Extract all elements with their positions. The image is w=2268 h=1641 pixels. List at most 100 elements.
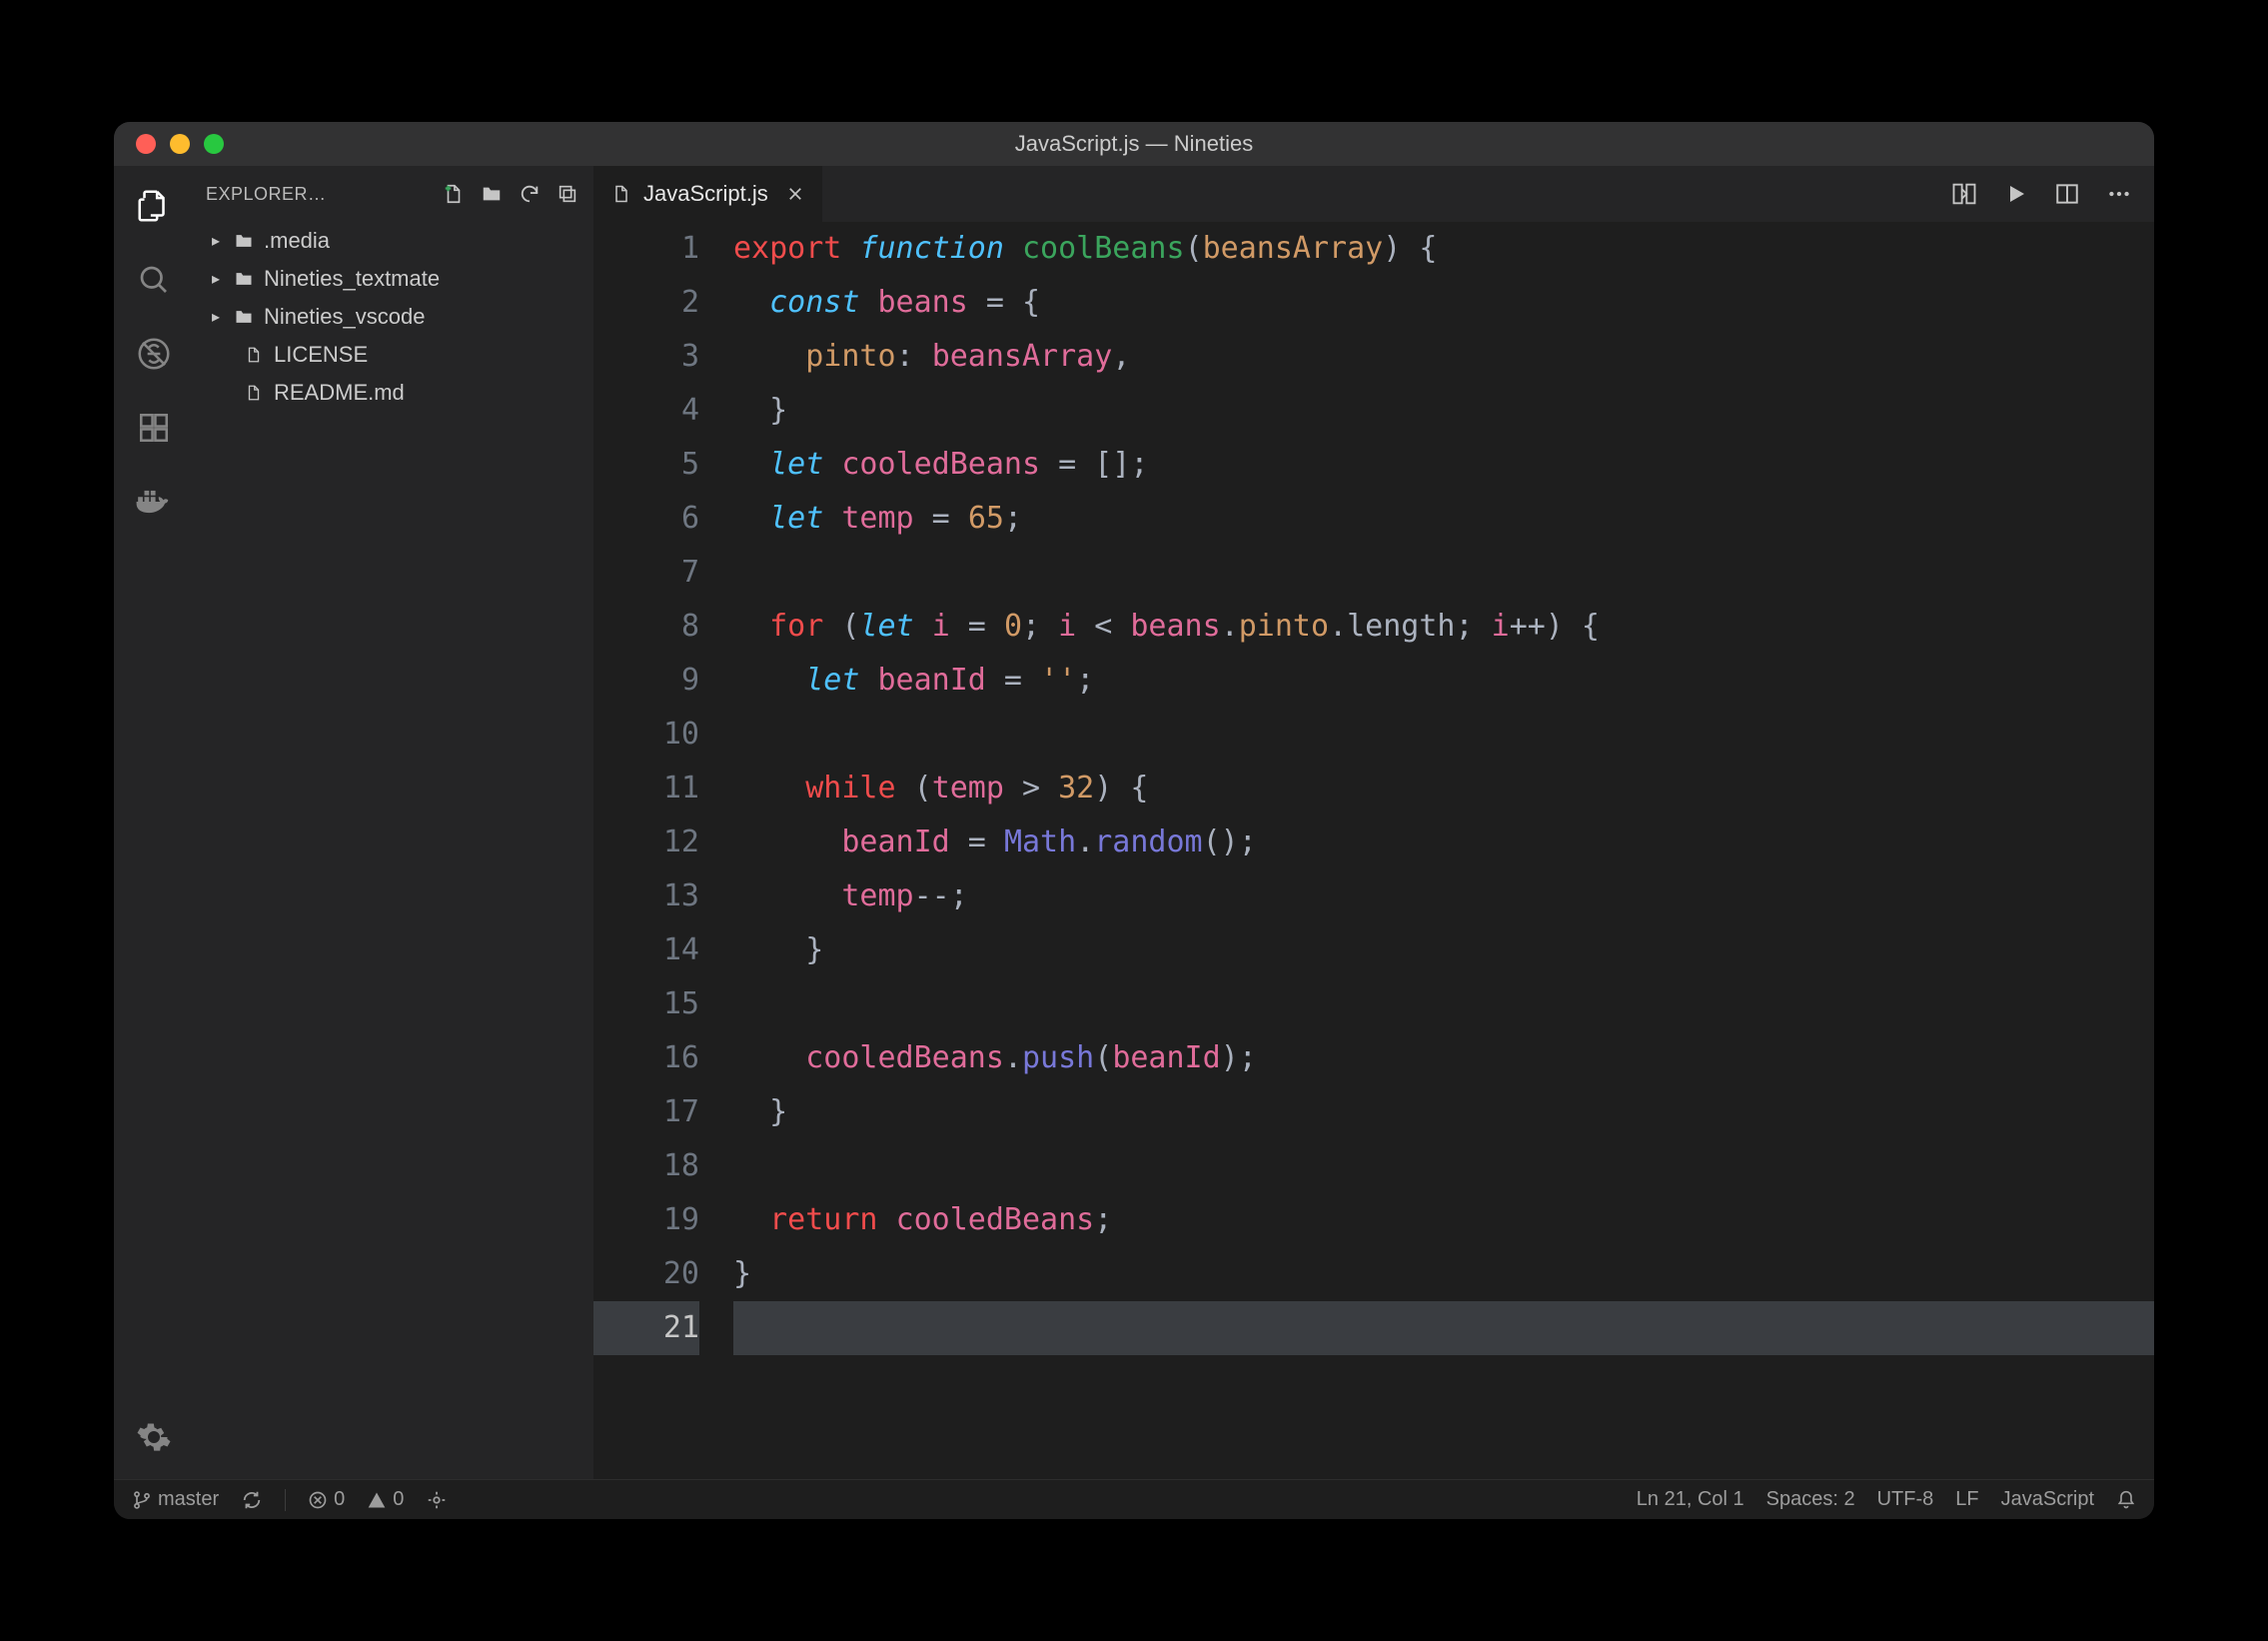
code-line[interactable]: } bbox=[733, 1247, 2154, 1301]
code-line[interactable] bbox=[733, 708, 2154, 762]
tree-folder[interactable]: ▸ Nineties_vscode bbox=[202, 298, 593, 336]
code-content[interactable]: export function coolBeans(beansArray) { … bbox=[733, 222, 2154, 1479]
live-share-icon[interactable] bbox=[426, 1489, 448, 1511]
line-number: 7 bbox=[593, 546, 699, 600]
line-number: 17 bbox=[593, 1085, 699, 1139]
extensions-icon[interactable] bbox=[132, 406, 176, 450]
search-icon[interactable] bbox=[132, 258, 176, 302]
eol-status[interactable]: LF bbox=[1955, 1488, 1978, 1511]
code-line[interactable] bbox=[733, 1301, 2154, 1355]
line-number: 21 bbox=[593, 1301, 699, 1355]
line-number: 16 bbox=[593, 1031, 699, 1085]
explorer-icon[interactable] bbox=[132, 184, 176, 228]
code-line[interactable]: let beanId = ''; bbox=[733, 654, 2154, 708]
tree-folder[interactable]: ▸ .media bbox=[202, 222, 593, 260]
tab-label: JavaScript.js bbox=[643, 181, 768, 207]
language-mode[interactable]: JavaScript bbox=[2001, 1488, 2094, 1511]
code-line[interactable]: } bbox=[733, 923, 2154, 977]
code-line[interactable]: return cooledBeans; bbox=[733, 1193, 2154, 1247]
run-icon[interactable] bbox=[2004, 182, 2028, 206]
new-file-icon[interactable] bbox=[440, 180, 468, 208]
cursor-position[interactable]: Ln 21, Col 1 bbox=[1637, 1488, 1744, 1511]
file-icon bbox=[611, 184, 631, 204]
debug-disabled-icon[interactable] bbox=[132, 332, 176, 376]
tab-bar: JavaScript.js bbox=[593, 166, 2154, 222]
code-line[interactable]: const beans = { bbox=[733, 276, 2154, 330]
code-line[interactable]: cooledBeans.push(beanId); bbox=[733, 1031, 2154, 1085]
warnings-status[interactable]: 0 bbox=[367, 1488, 404, 1511]
encoding-status[interactable]: UTF-8 bbox=[1877, 1488, 1934, 1511]
code-line[interactable]: beanId = Math.random(); bbox=[733, 816, 2154, 869]
code-editor[interactable]: 123456789101112131415161718192021 export… bbox=[593, 222, 2154, 1479]
chevron-right-icon: ▸ bbox=[212, 269, 232, 289]
line-number: 3 bbox=[593, 330, 699, 384]
code-line[interactable] bbox=[733, 977, 2154, 1031]
errors-status[interactable]: 0 bbox=[308, 1488, 345, 1511]
tree-folder[interactable]: ▸ Nineties_textmate bbox=[202, 260, 593, 298]
code-line[interactable]: while (temp > 32) { bbox=[733, 762, 2154, 816]
code-line[interactable]: for (let i = 0; i < beans.pinto.length; … bbox=[733, 600, 2154, 654]
code-line[interactable]: export function coolBeans(beansArray) { bbox=[733, 222, 2154, 276]
settings-gear-icon[interactable] bbox=[132, 1415, 176, 1459]
compare-changes-icon[interactable] bbox=[1950, 180, 1978, 208]
chevron-right-icon: ▸ bbox=[212, 307, 232, 327]
line-number: 10 bbox=[593, 708, 699, 762]
more-actions-icon[interactable] bbox=[2106, 181, 2132, 207]
warning-count: 0 bbox=[393, 1488, 404, 1511]
line-number: 20 bbox=[593, 1247, 699, 1301]
code-line[interactable]: pinto: beansArray, bbox=[733, 330, 2154, 384]
tree-file[interactable]: LICENSE bbox=[202, 336, 593, 374]
window-title: JavaScript.js — Nineties bbox=[114, 131, 2154, 157]
folder-icon bbox=[232, 307, 256, 327]
editor-tab[interactable]: JavaScript.js bbox=[593, 166, 823, 222]
docker-icon[interactable] bbox=[132, 480, 176, 524]
file-icon bbox=[242, 384, 266, 402]
line-number: 9 bbox=[593, 654, 699, 708]
code-line[interactable]: } bbox=[733, 1085, 2154, 1139]
editor-area: JavaScript.js 12345678910111213141516171… bbox=[593, 166, 2154, 1479]
line-number: 11 bbox=[593, 762, 699, 816]
file-tree: ▸ .media ▸ Nineties_textmate ▸ Nineties_vsc… bbox=[194, 222, 593, 412]
tree-file[interactable]: README.md bbox=[202, 374, 593, 412]
line-number: 5 bbox=[593, 438, 699, 492]
code-line[interactable] bbox=[733, 546, 2154, 600]
refresh-icon[interactable] bbox=[516, 180, 544, 208]
line-number: 13 bbox=[593, 869, 699, 923]
chevron-right-icon: ▸ bbox=[212, 231, 232, 251]
tree-item-label: Nineties_vscode bbox=[264, 304, 425, 330]
line-number: 8 bbox=[593, 600, 699, 654]
new-folder-icon[interactable] bbox=[478, 180, 506, 208]
folder-icon bbox=[232, 269, 256, 289]
code-line[interactable]: temp--; bbox=[733, 869, 2154, 923]
code-line[interactable] bbox=[733, 1139, 2154, 1193]
line-number: 15 bbox=[593, 977, 699, 1031]
indentation-status[interactable]: Spaces: 2 bbox=[1766, 1488, 1855, 1511]
code-line[interactable]: } bbox=[733, 384, 2154, 438]
folder-icon bbox=[232, 231, 256, 251]
sync-icon[interactable] bbox=[241, 1489, 263, 1511]
line-number: 12 bbox=[593, 816, 699, 869]
file-icon bbox=[242, 346, 266, 364]
line-number: 2 bbox=[593, 276, 699, 330]
notifications-bell-icon[interactable] bbox=[2116, 1490, 2136, 1510]
tree-item-label: README.md bbox=[274, 380, 405, 406]
tree-item-label: .media bbox=[264, 228, 330, 254]
line-number: 18 bbox=[593, 1139, 699, 1193]
app-window: JavaScript.js — Nineties bbox=[114, 122, 2154, 1519]
titlebar: JavaScript.js — Nineties bbox=[114, 122, 2154, 166]
editor-actions bbox=[1950, 166, 2154, 222]
git-branch-status[interactable]: master bbox=[132, 1488, 219, 1511]
tree-item-label: LICENSE bbox=[274, 342, 368, 368]
activity-bar bbox=[114, 166, 194, 1479]
collapse-all-icon[interactable] bbox=[554, 180, 581, 208]
explorer-sidebar: EXPLORER… ▸.media ▸Nineties_textmate ▸Ni… bbox=[194, 166, 593, 1479]
tree-item-label: Nineties_textmate bbox=[264, 266, 440, 292]
code-line[interactable]: let temp = 65; bbox=[733, 492, 2154, 546]
code-line[interactable]: let cooledBeans = []; bbox=[733, 438, 2154, 492]
split-editor-icon[interactable] bbox=[2054, 181, 2080, 207]
branch-name: master bbox=[158, 1488, 219, 1511]
line-number: 1 bbox=[593, 222, 699, 276]
line-number: 19 bbox=[593, 1193, 699, 1247]
close-tab-icon[interactable] bbox=[786, 185, 804, 203]
error-count: 0 bbox=[334, 1488, 345, 1511]
